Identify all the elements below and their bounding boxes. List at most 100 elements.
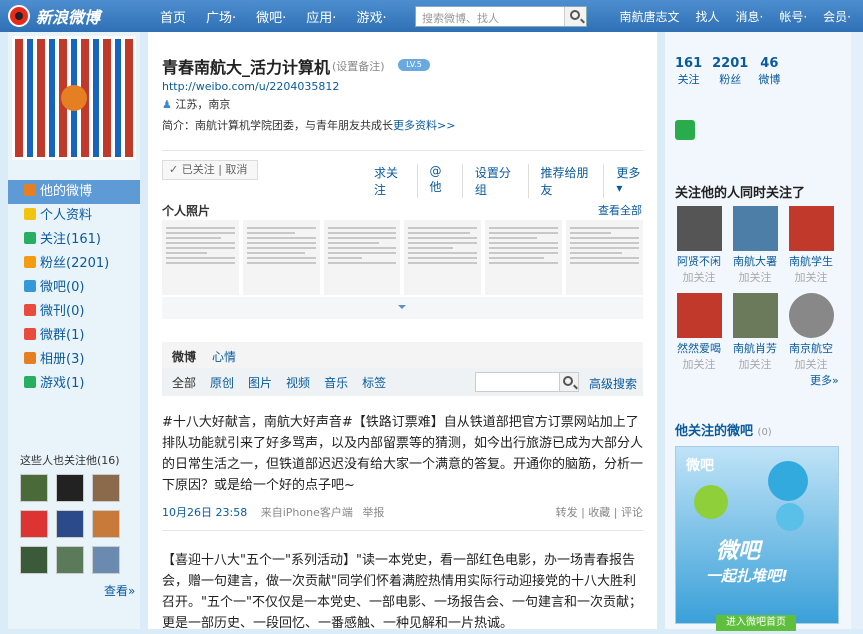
- weiba-logo: 微吧: [686, 458, 714, 474]
- fan-avatar[interactable]: [20, 546, 48, 574]
- profile-menu: 他的微博 个人资料 关注(161) 粉丝(2201) 微吧(0) 微刊(0) 微…: [8, 180, 140, 396]
- badge-icon[interactable]: [675, 120, 695, 140]
- vip-menu[interactable]: 会员·: [823, 8, 851, 25]
- camera-bubble-icon: [768, 461, 808, 501]
- set-remark-link[interactable]: (设置备注): [332, 58, 385, 74]
- user-avatar[interactable]: [676, 206, 722, 251]
- photo-thumbnail[interactable]: [323, 220, 401, 295]
- fan-avatar[interactable]: [92, 510, 120, 538]
- divider: [162, 530, 643, 531]
- fan-avatar[interactable]: [56, 546, 84, 574]
- more-info-link[interactable]: 更多资料>>: [393, 119, 455, 132]
- weiba-section-title: 他关注的微吧 (0): [675, 424, 772, 439]
- fan-avatar[interactable]: [56, 510, 84, 538]
- filter-music[interactable]: 音乐: [324, 374, 348, 391]
- photo-thumbnail[interactable]: [404, 220, 482, 295]
- common-user[interactable]: 阿贤不闲 加关注: [675, 206, 723, 285]
- weiba-banner[interactable]: 微吧 微吧 一起扎堆吧! 进入微吧首页: [675, 446, 839, 631]
- view-more-fans-link[interactable]: 查看»: [104, 582, 135, 599]
- photo-thumbnail[interactable]: [242, 220, 320, 295]
- user-avatar[interactable]: [788, 206, 834, 251]
- common-follow-grid: 阿贤不闲 加关注 南航大署 加关注 南航学生 加关注 然然爱喝 加关注 南航肖芳 加关注 …: [675, 206, 839, 372]
- tab-weibo[interactable]: 微博: [172, 348, 196, 365]
- common-follow-title: 关注他的人同时关注了: [675, 186, 806, 201]
- followed-button[interactable]: ✓ 已关注 | 取消: [162, 160, 258, 180]
- fan-avatar[interactable]: [92, 474, 120, 502]
- ask-follow-button[interactable]: 求关注: [362, 164, 417, 198]
- filter-tags[interactable]: 标签: [362, 374, 386, 391]
- report-link[interactable]: 举报: [362, 506, 384, 519]
- photo-thumbnail[interactable]: [485, 220, 563, 295]
- user-avatar[interactable]: [788, 293, 834, 338]
- weibo-logo[interactable]: 新浪微博: [8, 4, 148, 28]
- more-dropdown[interactable]: 更多 ▾: [603, 164, 657, 198]
- profile-url[interactable]: http://weibo.com/u/2204035812: [162, 80, 339, 93]
- stat-weibo[interactable]: 46 微博: [758, 56, 780, 87]
- menu-weiqun[interactable]: 微群(1): [8, 324, 140, 348]
- common-user[interactable]: 南航学生 加关注: [787, 206, 835, 285]
- filter-video[interactable]: 视频: [286, 374, 310, 391]
- nav-apps[interactable]: 应用·: [306, 7, 336, 26]
- menu-profile[interactable]: 个人资料: [8, 204, 140, 228]
- profile-name: 青春南航大_活力计算机: [162, 58, 331, 77]
- post-operations[interactable]: 转发 | 收藏 | 评论: [556, 504, 643, 520]
- album-icon: [24, 352, 36, 364]
- user-avatar[interactable]: [732, 293, 778, 338]
- profile-actions: 求关注 @他 设置分组 推荐给朋友 更多 ▾: [362, 164, 657, 198]
- common-user[interactable]: 然然爱喝 加关注: [675, 293, 723, 372]
- current-user-link[interactable]: 南航唐志文: [619, 8, 679, 25]
- nav-home[interactable]: 首页: [160, 7, 186, 26]
- common-user[interactable]: 南航肖芳 加关注: [731, 293, 779, 372]
- common-user[interactable]: 南京航空 加关注: [787, 293, 835, 372]
- post-time-link[interactable]: 10月26日 23:58: [162, 506, 247, 519]
- mention-button[interactable]: @他: [416, 164, 462, 198]
- menu-games[interactable]: 游戏(1): [8, 372, 140, 396]
- weiba-icon: [24, 280, 36, 292]
- set-group-button[interactable]: 设置分组: [461, 164, 528, 198]
- menu-his-weibo[interactable]: 他的微博: [8, 180, 140, 204]
- stat-fans[interactable]: 2201 粉丝: [712, 56, 748, 87]
- photo-thumbnail[interactable]: [162, 220, 239, 295]
- stats: 161 关注 2201 粉丝 46 微博: [675, 56, 790, 87]
- user-avatar[interactable]: [676, 293, 722, 338]
- filter-all[interactable]: 全部: [172, 374, 196, 391]
- find-people-link[interactable]: 找人: [696, 8, 720, 25]
- following-icon: [24, 232, 36, 244]
- nav-weiba[interactable]: 微吧·: [256, 7, 286, 26]
- photo-thumbnail[interactable]: [566, 220, 643, 295]
- nav-square[interactable]: 广场·: [206, 7, 236, 26]
- menu-following[interactable]: 关注(161): [8, 228, 140, 252]
- advanced-search-link[interactable]: 高级搜索: [589, 375, 637, 392]
- user-avatar[interactable]: [732, 206, 778, 251]
- stat-following[interactable]: 161 关注: [675, 56, 702, 87]
- right-sidebar: 161 关注 2201 粉丝 46 微博 关注他的人同时关注了 阿贤不闲 加关注 南航大…: [665, 32, 851, 631]
- filter-original[interactable]: 原创: [210, 374, 234, 391]
- messages-menu[interactable]: 消息·: [736, 8, 764, 25]
- search-input[interactable]: 搜索微博、找人: [415, 6, 587, 27]
- fan-avatar[interactable]: [20, 474, 48, 502]
- main-nav: 首页 广场· 微吧· 应用· 游戏·: [160, 0, 407, 32]
- fan-avatar[interactable]: [20, 510, 48, 538]
- fan-avatar[interactable]: [92, 546, 120, 574]
- post-meta: 10月26日 23:58 来自iPhone客户端 举报 转发 | 收藏 | 评论: [162, 504, 643, 520]
- top-navigation-bar: 新浪微博 首页 广场· 微吧· 应用· 游戏· 搜索微博、找人 南航唐志文 找人…: [0, 0, 863, 32]
- avatar[interactable]: [12, 36, 136, 160]
- search-button[interactable]: [564, 7, 586, 26]
- expand-photos-button[interactable]: [162, 297, 643, 319]
- more-common-link[interactable]: 更多»: [810, 372, 839, 388]
- level-badge[interactable]: LV.5: [398, 59, 430, 71]
- menu-weiba[interactable]: 微吧(0): [8, 276, 140, 300]
- menu-weikan[interactable]: 微刊(0): [8, 300, 140, 324]
- feed-filters: 全部 原创 图片 视频 音乐 标签 高级搜索: [162, 368, 643, 396]
- menu-album[interactable]: 相册(3): [8, 348, 140, 372]
- menu-fans[interactable]: 粉丝(2201): [8, 252, 140, 276]
- nav-games[interactable]: 游戏·: [356, 7, 386, 26]
- recommend-button[interactable]: 推荐给朋友: [527, 164, 604, 198]
- view-all-photos-link[interactable]: 查看全部: [598, 202, 642, 218]
- tab-mood[interactable]: 心情: [212, 348, 236, 365]
- fan-avatar[interactable]: [56, 474, 84, 502]
- filter-images[interactable]: 图片: [248, 374, 272, 391]
- account-menu[interactable]: 帐号·: [779, 8, 807, 25]
- common-user[interactable]: 南航大署 加关注: [731, 206, 779, 285]
- feed-search-button[interactable]: [559, 372, 579, 392]
